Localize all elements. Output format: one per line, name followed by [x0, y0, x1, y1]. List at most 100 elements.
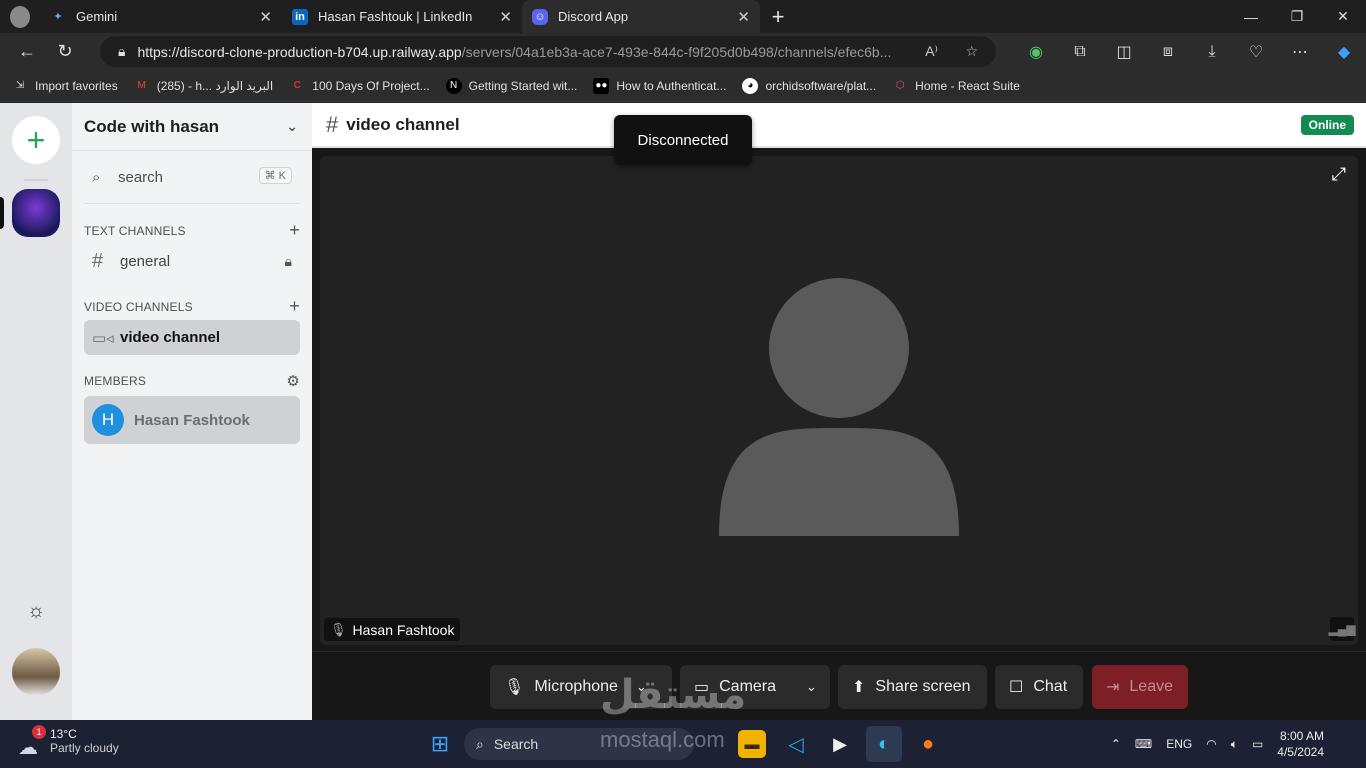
nextjs-icon: N: [445, 77, 462, 94]
weather-widget[interactable]: ☁ 1 13°C Partly cloudy: [18, 725, 119, 759]
volume-icon[interactable]: 🔈︎: [1231, 737, 1238, 752]
search-icon: ⌕: [476, 735, 484, 752]
extension-icon[interactable]: ◉: [1014, 42, 1058, 62]
close-tab-icon[interactable]: ✕: [499, 8, 512, 26]
lock-icon: 🔒︎: [118, 43, 126, 59]
notification-badge: 1: [32, 725, 46, 739]
close-window-icon[interactable]: ✕: [1320, 0, 1366, 33]
muted-mic-icon: 🎙︎: [330, 621, 347, 637]
battery-icon[interactable]: ▭: [1252, 737, 1263, 751]
media-player-icon[interactable]: ▶: [826, 730, 854, 758]
video-camera-icon: ▭◃: [92, 329, 114, 347]
red-c-icon: C: [293, 80, 301, 91]
rail-divider: [24, 179, 48, 181]
fav-100days[interactable]: C 100 Days Of Project...: [289, 78, 430, 94]
time: 8:00 AM: [1279, 729, 1324, 743]
more-menu-icon[interactable]: ⋯: [1278, 42, 1322, 62]
fullscreen-expand-icon[interactable]: ⤢: [1332, 164, 1346, 185]
edge-browser-icon[interactable]: ◐: [866, 726, 902, 762]
restore-icon[interactable]: ❐: [1274, 0, 1320, 33]
tab-gemini[interactable]: ✦ Gemini ✕: [40, 0, 282, 33]
chevron-down-icon: ⌄: [286, 118, 298, 134]
server-rail: + ☼: [0, 103, 72, 720]
hash-icon: #: [326, 111, 339, 137]
button-label: Leave: [1129, 678, 1173, 695]
member-item[interactable]: H Hasan Fashtook: [84, 396, 300, 444]
fav-import[interactable]: ⇲ Import favorites: [12, 78, 118, 94]
vscode-icon[interactable]: ◁: [782, 730, 810, 758]
fav-label: (285) - h... البريد الوارد: [156, 78, 274, 93]
close-tab-icon[interactable]: ✕: [737, 8, 750, 26]
participant-name: Hasan Fashtook: [352, 621, 455, 638]
tab-title: Gemini: [76, 9, 118, 24]
user-avatar[interactable]: [12, 648, 60, 696]
minimize-icon[interactable]: —: [1228, 0, 1274, 33]
github-icon: ◕: [742, 77, 759, 94]
disconnected-toast: Disconnected: [614, 115, 752, 165]
member-avatar: H: [92, 404, 124, 436]
add-text-channel-icon[interactable]: +: [289, 220, 300, 241]
close-tab-icon[interactable]: ✕: [259, 8, 272, 26]
firefox-icon[interactable]: ●: [914, 730, 942, 758]
share-screen-button[interactable]: ⬆ Share screen: [838, 665, 987, 709]
file-explorer-icon[interactable]: ▬: [738, 730, 766, 758]
clock[interactable]: 8:00 AM 4/5/2024: [1277, 728, 1324, 760]
fav-gmail[interactable]: M (285) - h... البريد الوارد: [134, 78, 274, 94]
wifi-icon[interactable]: ◠: [1206, 737, 1216, 751]
partly-cloudy-icon: ☁ 1: [18, 725, 46, 759]
windows-start-icon[interactable]: ⊞: [426, 730, 454, 758]
server-header[interactable]: Code with hasan ⌄: [72, 103, 312, 151]
favorites-bar: ⇲ Import favorites M (285) - h... البريد ا…: [0, 70, 1366, 102]
fav-label: orchidsoftware/plat...: [765, 78, 877, 93]
status-badge: Online: [1300, 115, 1354, 135]
theme-toggle-sun-icon[interactable]: ☼: [24, 600, 48, 624]
new-tab-button[interactable]: +: [760, 0, 796, 33]
watermark-logo: مستقل: [600, 673, 747, 717]
profile-avatar[interactable]: [0, 0, 40, 33]
browser-essentials-icon[interactable]: ♡: [1234, 42, 1278, 62]
active-server-indicator: [0, 197, 4, 229]
leave-button[interactable]: ⇥ Leave: [1092, 665, 1188, 709]
divider: [84, 203, 300, 204]
server-name: Code with hasan: [84, 116, 220, 136]
weather-desc: Partly cloudy: [50, 741, 119, 755]
channel-video[interactable]: ▭◃ video channel: [84, 320, 300, 355]
tab-discord[interactable]: ☺ Discord App ✕: [522, 0, 760, 33]
medium-icon: ●●: [593, 77, 610, 94]
share-screen-icon: ⬆: [852, 679, 866, 696]
server-icon[interactable]: [12, 189, 60, 237]
address-bar[interactable]: 🔒︎ https://discord-clone-production-b704…: [100, 36, 996, 67]
fav-getting-started[interactable]: N Getting Started wit...: [445, 77, 577, 94]
add-video-channel-icon[interactable]: +: [289, 296, 300, 317]
fav-rsuite[interactable]: ⬡ Home - React Suite: [892, 78, 1020, 94]
extensions-puzzle-icon[interactable]: ⧉: [1058, 43, 1102, 61]
split-screen-icon[interactable]: ◫: [1102, 42, 1146, 62]
read-aloud-icon[interactable]: A⁾: [925, 43, 938, 60]
downloads-icon[interactable]: ⤓: [1190, 43, 1234, 61]
copilot-icon[interactable]: ◆: [1322, 42, 1366, 62]
chevron-up-icon[interactable]: ⌃: [1111, 737, 1121, 751]
search-button[interactable]: ⌕ search ⌘ K: [84, 161, 300, 193]
chevron-down-icon[interactable]: ⌄: [806, 679, 817, 695]
fav-label: Home - React Suite: [915, 78, 1020, 93]
channel-general[interactable]: # general 🔒︎: [84, 244, 300, 279]
refresh-icon[interactable]: ↻: [46, 36, 84, 68]
section-label: TEXT CHANNELS: [84, 223, 186, 238]
participant-name-tag: 🎙︎ Hasan Fashtook: [324, 618, 461, 641]
participant-tile[interactable]: ⤢ 🎙︎ Hasan Fashtook ▂▄▆: [320, 156, 1358, 645]
favorite-star-icon[interactable]: ☆: [965, 43, 978, 60]
keyboard-icon[interactable]: ⌨: [1135, 737, 1152, 751]
gear-icon[interactable]: ⚙: [286, 372, 300, 390]
add-server-button[interactable]: +: [12, 116, 60, 164]
call-controls: 🎙︎ Microphone ⌄ ▭ Camera ⌄ ⬆ Share scree…: [312, 651, 1366, 720]
fav-github[interactable]: ◕ orchidsoftware/plat...: [742, 77, 877, 94]
chat-button[interactable]: ☐ Chat: [995, 665, 1083, 709]
collections-icon[interactable]: ⧈: [1146, 43, 1190, 61]
watermark-url: mostaql.com: [600, 727, 725, 752]
connection-quality-icon: ▂▄▆: [1329, 617, 1355, 641]
tab-linkedin[interactable]: in Hasan Fashtouk | LinkedIn ✕: [282, 0, 522, 33]
language-indicator[interactable]: ENG: [1166, 737, 1192, 751]
fav-authenticate[interactable]: ●● How to Authenticat...: [593, 77, 726, 94]
back-arrow-icon[interactable]: ←: [8, 36, 46, 68]
section-label: MEMBERS: [84, 374, 147, 388]
